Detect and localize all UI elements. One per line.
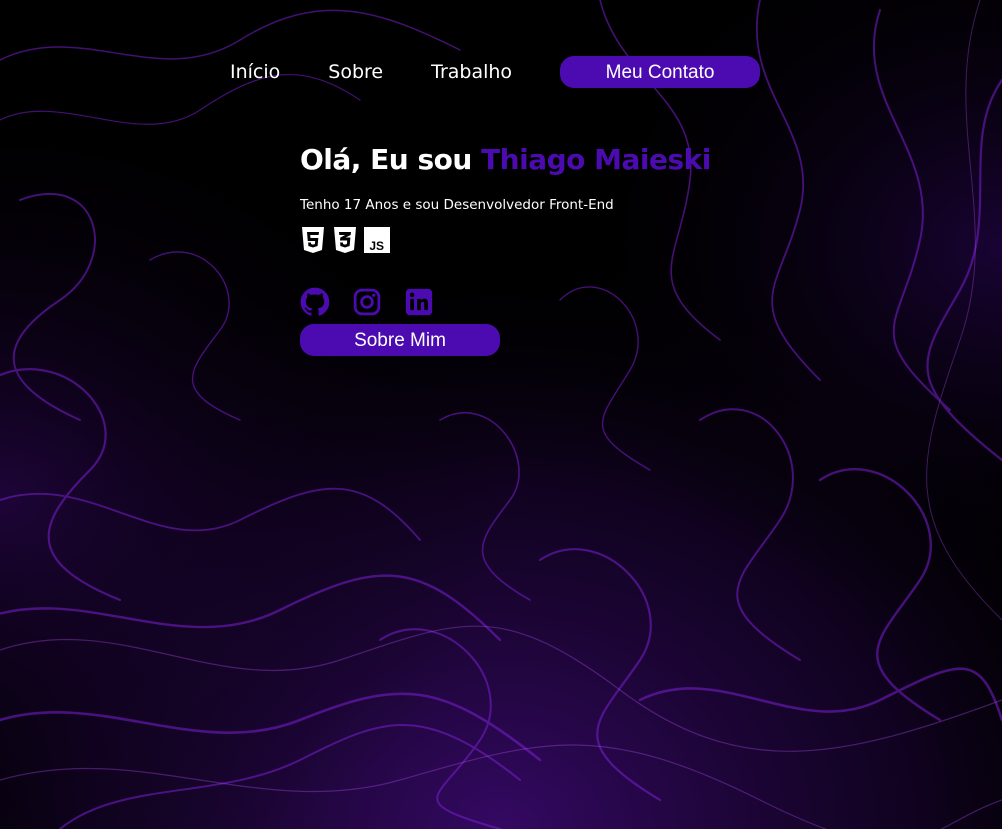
instagram-icon[interactable] xyxy=(352,287,382,317)
nav-link-sobre[interactable]: Sobre xyxy=(328,56,383,88)
contact-button[interactable]: Meu Contato xyxy=(560,56,761,88)
hero-greeting: Olá, Eu sou xyxy=(300,143,482,176)
social-links xyxy=(300,286,820,318)
nav-link-trabalho[interactable]: Trabalho xyxy=(431,56,512,88)
css3-icon xyxy=(334,227,356,253)
tech-stack: JS xyxy=(300,226,820,254)
javascript-icon: JS xyxy=(364,227,390,253)
hero-subtitle: Tenho 17 Anos e sou Desenvolvedor Front-… xyxy=(300,197,614,213)
about-me-button[interactable]: Sobre Mim xyxy=(300,324,500,356)
linkedin-icon[interactable] xyxy=(404,287,434,317)
github-icon[interactable] xyxy=(300,287,330,317)
page: Início Sobre Trabalho Meu Contato Olá, E… xyxy=(0,0,1002,829)
html5-icon xyxy=(302,227,324,253)
hero-section: Olá, Eu sou Thiago Maieski Tenho 17 Anos… xyxy=(300,140,820,356)
nav-link-inicio[interactable]: Início xyxy=(230,56,280,88)
hero-name: Thiago Maieski xyxy=(481,143,711,176)
swirl-background xyxy=(0,0,1002,829)
svg-text:JS: JS xyxy=(369,239,384,253)
hero-title: Olá, Eu sou Thiago Maieski xyxy=(300,140,820,180)
main-nav: Início Sobre Trabalho Meu Contato xyxy=(230,56,761,88)
